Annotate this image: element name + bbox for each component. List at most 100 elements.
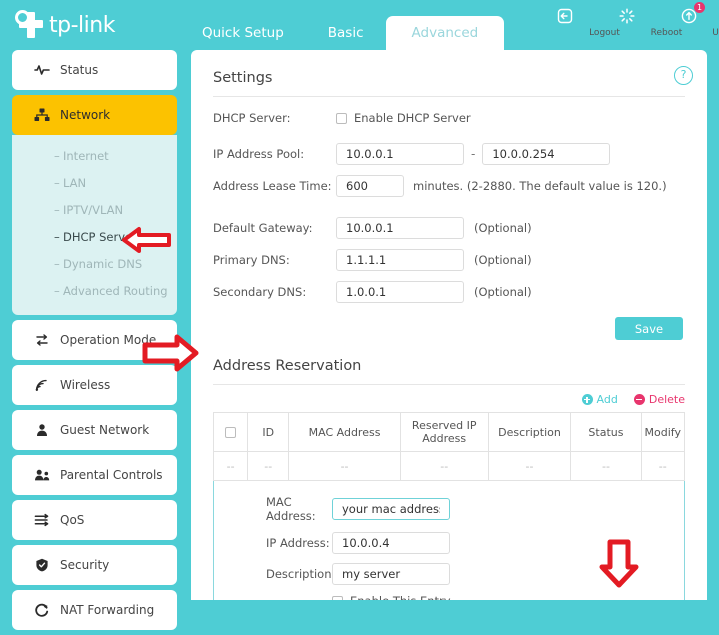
- enable-entry-label: Enable This Entry: [350, 594, 451, 600]
- update-label: Update: [712, 28, 719, 38]
- primary-dns-row: Primary DNS: (Optional): [213, 249, 685, 271]
- divider: [213, 384, 685, 385]
- column-reserved-ip: Reserved IP Address: [399, 412, 489, 452]
- mac-address-input[interactable]: [332, 498, 450, 520]
- table-header-row: ID MAC Address Reserved IP Address Descr…: [212, 412, 686, 452]
- sidebar-subitem-dynamic-dns[interactable]: – Dynamic DNS: [12, 251, 177, 278]
- cell-description: --: [487, 451, 572, 481]
- minus-circle-icon: [633, 394, 645, 405]
- update-button[interactable]: 1 Update: [667, 2, 719, 39]
- primary-dns-label: Primary DNS:: [213, 253, 290, 267]
- ip-pool-start-input[interactable]: [336, 143, 464, 165]
- primary-dns-input[interactable]: [336, 249, 464, 271]
- qos-icon: [34, 513, 60, 527]
- sidebar-item-label: Security: [60, 558, 110, 572]
- tplink-logo: tp-link: [15, 8, 115, 42]
- default-gateway-label: Default Gateway:: [213, 221, 313, 235]
- select-all-checkbox[interactable]: [225, 427, 237, 438]
- sidebar-item-wireless[interactable]: Wireless: [12, 365, 177, 405]
- settings-save-button[interactable]: Save: [615, 317, 683, 340]
- secondary-dns-input[interactable]: [336, 281, 464, 303]
- sidebar-subitem-internet[interactable]: – Internet: [12, 143, 177, 170]
- ip-pool-end-input[interactable]: [482, 143, 611, 165]
- update-badge: 1: [694, 2, 705, 13]
- column-modify: Modify: [640, 412, 686, 452]
- subitem-label: LAN: [63, 176, 87, 190]
- sidebar-subitem-iptv-vlan[interactable]: – IPTV/VLAN: [12, 197, 177, 224]
- default-gateway-row: Default Gateway: (Optional): [213, 217, 685, 239]
- column-status: Status: [570, 412, 642, 452]
- reboot-button[interactable]: Reboot: [605, 4, 682, 39]
- optional-note: (Optional): [474, 221, 532, 235]
- sidebar-item-status[interactable]: Status: [12, 50, 177, 90]
- column-id: ID: [247, 412, 290, 452]
- tplink-logo-mark: [15, 10, 46, 40]
- lease-time-input[interactable]: [336, 175, 404, 197]
- default-gateway-input[interactable]: [336, 217, 464, 239]
- router-admin-page: tp-link Quick Setup Basic Advanced Logou…: [0, 0, 719, 630]
- lease-time-hint: minutes. (2-2880. The default value is 1…: [413, 179, 667, 193]
- nat-icon: [34, 603, 60, 617]
- sidebar-item-guest-network[interactable]: Guest Network: [12, 410, 177, 450]
- cell-mac: --: [288, 451, 401, 481]
- optional-note: (Optional): [474, 253, 532, 267]
- logout-button[interactable]: Logout: [543, 4, 620, 39]
- wifi-icon: [34, 378, 60, 392]
- sidebar-nav: Status Network – Internet – LAN – IPTV/VLAN…: [12, 50, 177, 635]
- brand-name: tp-link: [49, 12, 115, 38]
- sidebar-subitem-dhcp-server[interactable]: – DHCP Server: [12, 224, 177, 251]
- description-label: Description:: [266, 567, 336, 581]
- tab-basic[interactable]: Basic: [306, 16, 386, 50]
- sidebar-item-label: Parental Controls: [60, 468, 163, 482]
- sidebar-item-qos[interactable]: QoS: [12, 500, 177, 540]
- content-area: ? Settings DHCP Server: Enable DHCP Serv…: [191, 50, 707, 600]
- settings-actions: Save: [213, 317, 685, 340]
- shield-icon: [34, 558, 60, 572]
- sidebar-item-nat-forwarding[interactable]: NAT Forwarding: [12, 590, 177, 630]
- sidebar-item-label: Operation Mode: [60, 333, 157, 347]
- mac-address-row: MAC Address:: [214, 495, 684, 523]
- sidebar-subitem-advanced-routing[interactable]: – Advanced Routing: [12, 278, 177, 305]
- settings-title: Settings: [213, 70, 273, 86]
- subitem-label: IPTV/VLAN: [63, 203, 124, 217]
- description-input[interactable]: [332, 563, 450, 585]
- tab-advanced[interactable]: Advanced: [385, 16, 505, 50]
- network-submenu: – Internet – LAN – IPTV/VLAN – DHCP Server –…: [12, 135, 177, 315]
- cell-status: --: [570, 451, 642, 481]
- delete-label: Delete: [648, 393, 685, 406]
- sidebar-item-network[interactable]: Network: [12, 95, 177, 135]
- enable-entry-checkbox[interactable]: [332, 595, 343, 600]
- sidebar-item-security[interactable]: Security: [12, 545, 177, 585]
- reservation-toolbar: Add Delete: [213, 393, 685, 406]
- lease-time-label: Address Lease Time:: [213, 179, 332, 193]
- column-description: Description: [487, 412, 572, 452]
- mac-address-label: MAC Address:: [266, 495, 316, 523]
- plus-circle-icon: [581, 394, 593, 405]
- add-reservation-button[interactable]: Add: [581, 393, 618, 406]
- ip-pool-label: IP Address Pool:: [213, 147, 305, 161]
- dhcp-server-row: DHCP Server: Enable DHCP Server: [213, 111, 685, 125]
- tab-quick-setup[interactable]: Quick Setup: [180, 16, 306, 50]
- ip-address-input[interactable]: [332, 532, 450, 554]
- reboot-icon: [605, 4, 649, 26]
- sidebar-item-label: NAT Forwarding: [60, 603, 155, 617]
- subitem-label: DHCP Server: [63, 230, 137, 244]
- delete-reservation-button[interactable]: Delete: [633, 393, 685, 406]
- top-header: tp-link Quick Setup Basic Advanced Logou…: [0, 0, 719, 50]
- enable-entry-row: Enable This Entry: [214, 594, 684, 600]
- enable-dhcp-checkbox[interactable]: [336, 112, 347, 124]
- sidebar-item-operation-mode[interactable]: Operation Mode: [12, 320, 177, 360]
- ip-address-row: IP Address:: [214, 532, 684, 554]
- sidebar-item-label: Wireless: [60, 378, 111, 392]
- reservation-table: ID MAC Address Reserved IP Address Descr…: [212, 412, 686, 481]
- logout-icon: [543, 4, 587, 26]
- cell-id: --: [247, 451, 290, 481]
- ip-address-label: IP Address:: [266, 536, 330, 550]
- sidebar-subitem-lan[interactable]: – LAN: [12, 170, 177, 197]
- secondary-dns-row: Secondary DNS: (Optional): [213, 281, 685, 303]
- help-icon[interactable]: ?: [674, 66, 693, 85]
- lease-time-row: Address Lease Time: minutes. (2-2880. Th…: [213, 175, 685, 197]
- address-reservation-title: Address Reservation: [213, 358, 362, 374]
- sidebar-item-parental-controls[interactable]: Parental Controls: [12, 455, 177, 495]
- optional-note: (Optional): [474, 285, 532, 299]
